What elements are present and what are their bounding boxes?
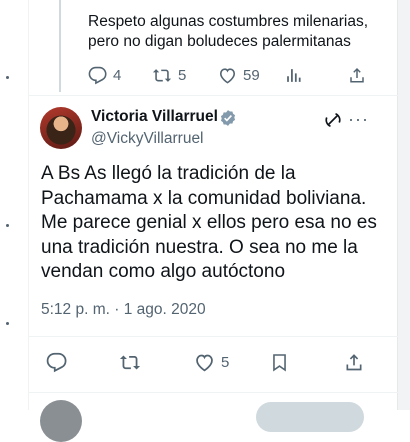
bookmark-icon bbox=[273, 354, 286, 372]
divider bbox=[29, 336, 398, 337]
reply-text: Respeto algunas costumbres milenarias, p… bbox=[88, 13, 368, 50]
thread-line bbox=[59, 0, 61, 92]
like-button[interactable]: 5 bbox=[194, 352, 229, 373]
like-icon bbox=[196, 354, 213, 372]
reply-composer-button[interactable] bbox=[256, 402, 364, 432]
divider bbox=[29, 95, 398, 96]
repost-count: 5 bbox=[178, 67, 187, 84]
repost-button[interactable]: 5 bbox=[152, 66, 186, 85]
share-icon bbox=[350, 67, 364, 83]
reply-icon bbox=[88, 66, 107, 85]
like-count: 5 bbox=[221, 354, 230, 371]
reply-composer-avatar bbox=[40, 400, 82, 442]
avatar[interactable] bbox=[40, 107, 82, 149]
reply-icon bbox=[46, 352, 67, 373]
tweet-text: A Bs As llegó la tradición de la Pachama… bbox=[41, 163, 377, 282]
repost-icon bbox=[119, 355, 141, 370]
like-icon bbox=[219, 68, 236, 84]
timestamp[interactable]: 5:12 p. m. · 1 ago. 2020 bbox=[41, 301, 206, 319]
sidebar-dot bbox=[6, 76, 9, 79]
share-button[interactable] bbox=[348, 66, 366, 84]
share-icon bbox=[346, 354, 362, 371]
sidebar-dot bbox=[6, 322, 9, 325]
reply-button[interactable]: 4 bbox=[88, 66, 121, 85]
like-button[interactable]: 59 bbox=[218, 66, 260, 85]
views-icon bbox=[287, 69, 301, 82]
sidebar-dot bbox=[6, 224, 9, 227]
reply-count: 4 bbox=[113, 67, 122, 84]
more-icon[interactable]: ··· bbox=[348, 109, 369, 130]
repost-icon bbox=[152, 69, 172, 82]
share-button[interactable] bbox=[344, 352, 364, 372]
like-count: 59 bbox=[243, 67, 260, 84]
grok-icon[interactable] bbox=[323, 110, 343, 130]
display-name[interactable]: Victoria Villarruel bbox=[91, 108, 218, 126]
divider bbox=[29, 392, 398, 393]
views-button[interactable] bbox=[285, 67, 302, 84]
reply-button[interactable] bbox=[46, 352, 67, 373]
handle[interactable]: @VickyVillarruel bbox=[91, 130, 204, 148]
repost-button[interactable] bbox=[119, 352, 141, 373]
bookmark-button[interactable] bbox=[270, 352, 289, 373]
left-sidebar-edge bbox=[0, 0, 29, 410]
right-edge bbox=[397, 0, 410, 410]
verified-icon bbox=[220, 110, 236, 126]
